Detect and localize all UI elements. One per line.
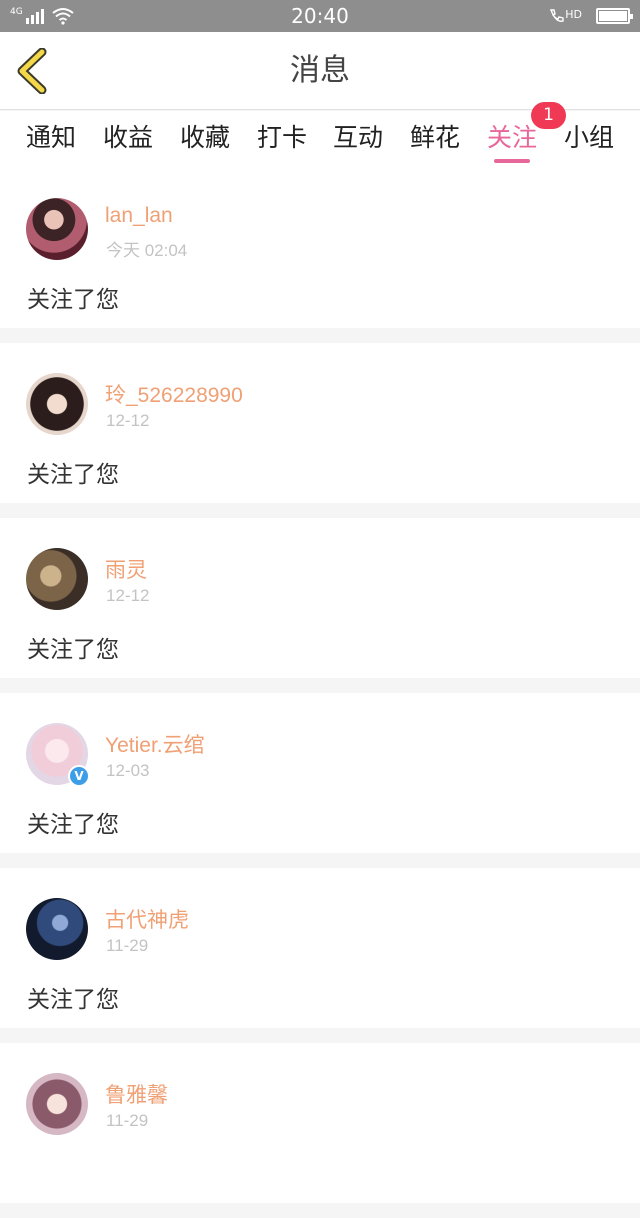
user-name[interactable]: Yetier.云绾 [105, 729, 205, 759]
tab-checkin[interactable]: 打卡 [257, 111, 307, 168]
tab-notifications[interactable]: 通知 [26, 111, 76, 168]
message-text: 关注了您 [27, 987, 119, 1013]
back-button[interactable] [12, 47, 56, 95]
avatar[interactable] [26, 198, 88, 260]
hd-label: HD [565, 8, 582, 21]
user-name[interactable]: 古代神虎 [105, 904, 189, 934]
message-time: 11-29 [106, 1111, 149, 1130]
message-time: 11-29 [106, 936, 149, 955]
tab-earnings[interactable]: 收益 [103, 111, 153, 168]
status-bar: 4G 20:40 HD [0, 0, 640, 32]
tab-flowers[interactable]: 鲜花 [410, 111, 460, 168]
message-list: lan_lan 今天 02:04 关注了您 玲_526228990 12-12 … [0, 168, 640, 1218]
message-text: 关注了您 [27, 287, 119, 313]
status-left: 4G [10, 7, 74, 25]
message-text: 关注了您 [27, 637, 119, 663]
user-name[interactable]: 鲁雅馨 [105, 1079, 168, 1109]
avatar[interactable] [26, 373, 88, 435]
avatar[interactable] [26, 1073, 88, 1135]
list-item[interactable]: 玲_526228990 12-12 关注了您 [0, 343, 640, 503]
user-name[interactable]: 玲_526228990 [105, 379, 243, 409]
avatar[interactable] [26, 548, 88, 610]
list-item[interactable]: 鲁雅馨 11-29 [0, 1043, 640, 1203]
tab-favorites[interactable]: 收藏 [180, 111, 230, 168]
tab-groups[interactable]: 小组 [564, 111, 614, 168]
list-item[interactable]: 古代神虎 11-29 关注了您 [0, 868, 640, 1028]
tab-interactions[interactable]: 互动 [333, 111, 383, 168]
message-time: 12-12 [106, 411, 150, 430]
user-name[interactable]: 雨灵 [105, 554, 147, 584]
message-time: 12-12 [106, 586, 150, 605]
app-header: 消息 [0, 32, 640, 110]
verified-badge-icon: V [68, 765, 90, 787]
network-type: 4G [10, 7, 23, 17]
user-name[interactable]: lan_lan [105, 204, 173, 228]
page-title: 消息 [290, 53, 350, 88]
chevron-left-icon [17, 47, 47, 95]
active-tab-indicator [494, 159, 530, 163]
message-time: 12-03 [106, 761, 150, 780]
avatar[interactable] [26, 898, 88, 960]
unread-badge: 1 [531, 102, 566, 129]
list-item[interactable]: V Yetier.云绾 12-03 关注了您 [0, 693, 640, 853]
message-time: 今天 02:04 [106, 241, 188, 260]
message-text: 关注了您 [27, 812, 119, 838]
cell-signal-icon: 4G [10, 8, 44, 24]
hd-call-icon: HD [548, 8, 582, 24]
wifi-icon [52, 8, 74, 25]
avatar[interactable]: V [26, 723, 90, 787]
clock: 20:40 [291, 4, 349, 28]
message-text: 关注了您 [27, 462, 119, 488]
status-right: HD [548, 8, 633, 24]
list-item[interactable]: lan_lan 今天 02:04 关注了您 [0, 168, 640, 328]
list-item[interactable]: 雨灵 12-12 关注了您 [0, 518, 640, 678]
battery-icon [596, 8, 633, 24]
